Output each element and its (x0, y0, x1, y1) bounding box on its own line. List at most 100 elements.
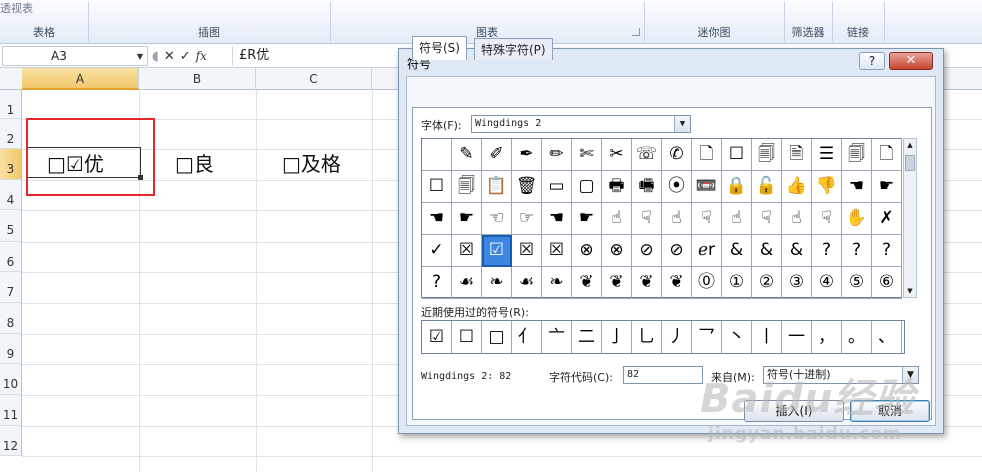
symbol-cell[interactable]: ? (422, 267, 452, 299)
symbol-cell[interactable]: ☝ (602, 203, 632, 235)
symbol-cell[interactable]: ℯr (692, 235, 722, 267)
symbol-cell[interactable]: ⊗ (572, 235, 602, 267)
from-select[interactable]: 符号(十进制) ▼ (763, 366, 919, 384)
symbol-cell[interactable]: ▢ (572, 171, 602, 203)
symbol-cell[interactable]: 📋 (482, 171, 512, 203)
symbol-cell[interactable]: & (782, 235, 812, 267)
symbol-cell[interactable]: ❦ (632, 267, 662, 299)
recent-symbol-cell[interactable]: 乚 (632, 321, 662, 353)
symbol-cell[interactable]: 🔒 (722, 171, 752, 203)
cancel-button[interactable]: 取消 (850, 400, 930, 422)
symbol-cell[interactable]: ✓ (422, 235, 452, 267)
row-header-11[interactable]: 11 (0, 395, 22, 426)
symbol-cell[interactable]: ⓪ (692, 267, 722, 299)
symbol-cell[interactable]: ❦ (662, 267, 692, 299)
symbol-cell[interactable]: ⊗ (602, 235, 632, 267)
symbol-cell[interactable]: ☟ (812, 203, 842, 235)
scroll-up-icon[interactable]: ▲ (904, 139, 916, 151)
symbol-cell[interactable]: 🔓 (752, 171, 782, 203)
symbol-cell[interactable]: ❦ (572, 267, 602, 299)
symbol-cell[interactable]: 🗐 (452, 171, 482, 203)
recent-symbol-cell[interactable]: 亠 (542, 321, 572, 353)
tab-special-characters[interactable]: 特殊字符(P) (474, 38, 553, 60)
row-header-1[interactable]: 1 (0, 90, 22, 119)
recent-symbol-cell[interactable]: 亅 (602, 321, 632, 353)
recent-symbol-cell[interactable]: ☐ (452, 321, 482, 353)
name-box[interactable]: A3 ▼ (2, 46, 148, 66)
chevron-down-icon[interactable]: ▼ (902, 367, 918, 383)
symbol-cell[interactable]: ✄ (572, 139, 602, 171)
symbol-cell[interactable]: ☒ (542, 235, 572, 267)
symbol-cell[interactable]: ② (752, 267, 782, 299)
cancel-formula-icon[interactable]: ✕ (164, 47, 175, 67)
symbol-cell[interactable]: & (752, 235, 782, 267)
symbol-cell[interactable]: ③ (782, 267, 812, 299)
symbol-cell[interactable]: ☜ (482, 203, 512, 235)
recent-symbol-cell[interactable]: ☑ (422, 321, 452, 353)
symbol-cell[interactable]: ⦿ (662, 171, 692, 203)
row-header-9[interactable]: 9 (0, 334, 22, 364)
column-header-c[interactable]: C (256, 68, 372, 90)
symbol-cell[interactable]: ✐ (482, 139, 512, 171)
symbol-cell[interactable]: ① (722, 267, 752, 299)
symbol-cell[interactable]: 👍 (782, 171, 812, 203)
symbol-cell[interactable]: ☑ (482, 235, 512, 267)
symbol-cell[interactable]: ☛ (452, 203, 482, 235)
symbol-cell[interactable]: ✋ (842, 203, 872, 235)
symbol-cell[interactable]: ☒ (452, 235, 482, 267)
symbol-cell[interactable]: ❦ (602, 267, 632, 299)
symbol-cell[interactable]: ❧ (542, 267, 572, 299)
symbol-cell[interactable]: 🖶 (602, 171, 632, 203)
symbol-cell[interactable]: 👎 (812, 171, 842, 203)
help-button[interactable]: ? (859, 52, 885, 70)
symbol-cell[interactable]: 🖷 (632, 171, 662, 203)
symbol-cell[interactable]: 🗋 (872, 139, 902, 171)
row-header-6[interactable]: 6 (0, 242, 22, 272)
recent-symbol-cell[interactable]: □ (482, 321, 512, 353)
ribbon-group-sparklines[interactable]: 迷你图 (644, 22, 784, 43)
symbol-cell[interactable]: ☛ (872, 171, 902, 203)
column-header-a[interactable]: A (22, 68, 139, 90)
recent-symbol-cell[interactable]: 、 (872, 321, 902, 353)
symbol-cell[interactable]: ⑤ (842, 267, 872, 299)
symbol-cell[interactable]: 🗋 (692, 139, 722, 171)
symbol-cell[interactable]: ☞ (512, 203, 542, 235)
scroll-thumb[interactable] (905, 155, 915, 171)
recent-symbol-cell[interactable]: 一 (782, 321, 812, 353)
ribbon-group-tables[interactable]: 表格 (0, 22, 88, 43)
row-header-3[interactable]: 3 (0, 149, 22, 180)
column-header-b[interactable]: B (139, 68, 256, 90)
row-header-2[interactable]: 2 (0, 119, 22, 149)
close-button[interactable]: ✕ (889, 52, 933, 70)
symbol-cell[interactable]: ⊘ (662, 235, 692, 267)
tab-symbols[interactable]: 符号(S) (412, 36, 467, 60)
font-select[interactable]: Wingdings 2 ▼ (471, 115, 691, 133)
insert-button[interactable]: 插入(I) (744, 400, 844, 422)
row-header-5[interactable]: 5 (0, 210, 22, 242)
symbol-cell[interactable]: ✒ (512, 139, 542, 171)
chevron-down-icon[interactable]: ▼ (674, 116, 690, 132)
symbol-cell[interactable]: ④ (812, 267, 842, 299)
row-header-8[interactable]: 8 (0, 303, 22, 334)
symbol-cell[interactable]: ☝ (662, 203, 692, 235)
symbol-cell[interactable]: ☒ (512, 235, 542, 267)
ribbon-group-illustrations[interactable]: 插图 (88, 22, 330, 43)
symbol-cell[interactable]: ▭ (542, 171, 572, 203)
symbol-cell[interactable]: ? (842, 235, 872, 267)
formula-input[interactable]: £R优 (232, 46, 402, 66)
row-header-12[interactable]: 12 (0, 426, 22, 456)
recent-symbol-cell[interactable]: 丨 (752, 321, 782, 353)
symbol-cell[interactable]: 🗑 (512, 171, 542, 203)
symbol-cell[interactable]: ☙ (512, 267, 542, 299)
symbol-cell[interactable]: 🗎 (782, 139, 812, 171)
character-code-input[interactable]: 82 (623, 366, 703, 384)
symbol-cell[interactable]: ? (812, 235, 842, 267)
symbol-cell[interactable]: ✎ (452, 139, 482, 171)
symbol-cell[interactable]: ⊘ (632, 235, 662, 267)
symbol-grid-scrollbar[interactable]: ▲ ▼ (903, 138, 917, 298)
symbol-cell[interactable]: ✗ (872, 203, 902, 235)
ribbon-group-filters[interactable]: 筛选器 (784, 22, 832, 43)
symbol-cell[interactable]: ☙ (452, 267, 482, 299)
symbol-cell[interactable]: 🗐 (752, 139, 782, 171)
symbol-cell[interactable]: ☏ (632, 139, 662, 171)
